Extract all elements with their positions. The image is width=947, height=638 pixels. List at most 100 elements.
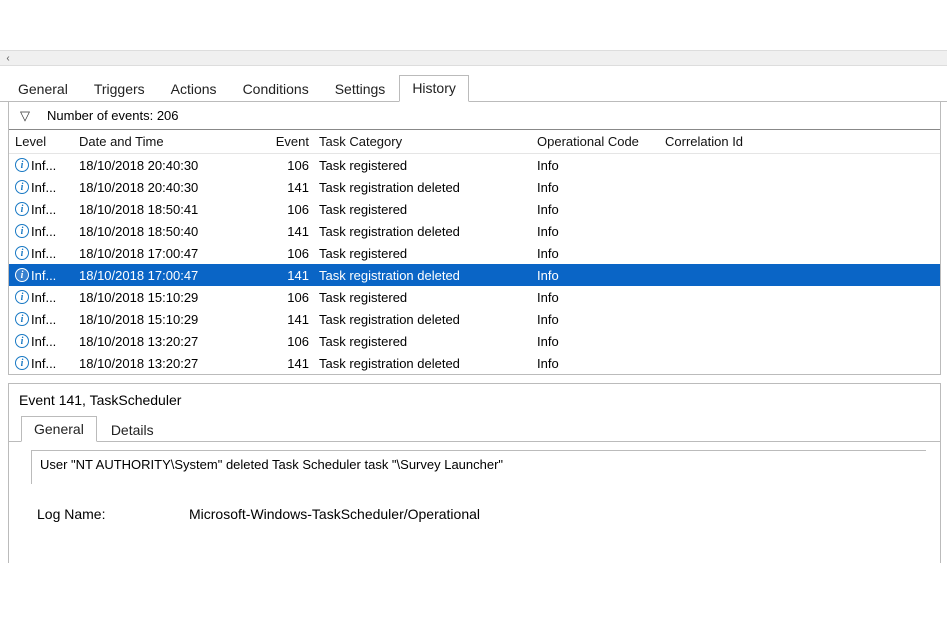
tab-settings[interactable]: Settings	[323, 77, 398, 102]
level-text: Inf...	[31, 224, 56, 239]
col-event[interactable]: Event	[269, 134, 319, 149]
category-cell: Task registration deleted	[319, 356, 537, 371]
level-text: Inf...	[31, 334, 56, 349]
col-date[interactable]: Date and Time	[79, 134, 269, 149]
info-icon: i	[15, 356, 29, 370]
info-icon: i	[15, 180, 29, 194]
log-name-label: Log Name:	[37, 506, 189, 522]
date-cell: 18/10/2018 15:10:29	[79, 312, 269, 327]
info-icon: i	[15, 334, 29, 348]
level-text: Inf...	[31, 202, 56, 217]
scroll-left-button[interactable]: ‹	[0, 51, 16, 65]
info-icon: i	[15, 158, 29, 172]
info-icon: i	[15, 246, 29, 260]
info-icon: i	[15, 224, 29, 238]
event-id-cell: 141	[269, 356, 319, 371]
history-panel: ▽ Number of events: 206 Level Date and T…	[8, 102, 941, 375]
level-text: Inf...	[31, 158, 56, 173]
filter-icon[interactable]: ▽	[15, 108, 35, 124]
event-message: User "NT AUTHORITY\System" deleted Task …	[40, 457, 503, 472]
event-detail-title: Event 141, TaskScheduler	[9, 384, 940, 414]
event-count-bar: ▽ Number of events: 206	[9, 102, 940, 130]
task-tabs: General Triggers Actions Conditions Sett…	[0, 76, 947, 102]
event-row[interactable]: iInf... 18/10/2018 17:00:47141Task regist…	[9, 264, 940, 286]
event-id-cell: 106	[269, 290, 319, 305]
event-row[interactable]: iInf... 18/10/2018 15:10:29106Task regist…	[9, 286, 940, 308]
event-id-cell: 106	[269, 202, 319, 217]
event-count-label: Number of events: 206	[47, 108, 179, 123]
tab-general[interactable]: General	[6, 77, 80, 102]
level-text: Inf...	[31, 246, 56, 261]
date-cell: 18/10/2018 20:40:30	[79, 158, 269, 173]
col-level[interactable]: Level	[15, 134, 79, 149]
window-toolbar-area	[0, 0, 947, 50]
tab-triggers[interactable]: Triggers	[82, 77, 157, 102]
col-category[interactable]: Task Category	[319, 134, 537, 149]
date-cell: 18/10/2018 13:20:27	[79, 356, 269, 371]
date-cell: 18/10/2018 18:50:40	[79, 224, 269, 239]
level-text: Inf...	[31, 180, 56, 195]
event-row[interactable]: iInf... 18/10/2018 13:20:27141Task regist…	[9, 352, 940, 374]
date-cell: 18/10/2018 17:00:47	[79, 268, 269, 283]
category-cell: Task registration deleted	[319, 268, 537, 283]
event-detail-panel: Event 141, TaskScheduler General Details…	[8, 383, 941, 563]
event-id-cell: 106	[269, 158, 319, 173]
event-row[interactable]: iInf... 18/10/2018 13:20:27106Task regist…	[9, 330, 940, 352]
chevron-left-icon: ‹	[6, 53, 9, 64]
event-id-cell: 141	[269, 180, 319, 195]
detail-tab-general[interactable]: General	[21, 416, 97, 442]
tab-history[interactable]: History	[399, 75, 469, 102]
opcode-cell: Info	[537, 158, 665, 173]
tab-conditions[interactable]: Conditions	[231, 77, 321, 102]
col-correlation[interactable]: Correlation Id	[665, 134, 815, 149]
category-cell: Task registered	[319, 290, 537, 305]
level-text: Inf...	[31, 268, 56, 283]
log-name-value: Microsoft-Windows-TaskScheduler/Operatio…	[189, 506, 480, 522]
opcode-cell: Info	[537, 180, 665, 195]
category-cell: Task registered	[319, 246, 537, 261]
category-cell: Task registered	[319, 202, 537, 217]
level-text: Inf...	[31, 356, 56, 371]
opcode-cell: Info	[537, 224, 665, 239]
level-text: Inf...	[31, 290, 56, 305]
event-id-cell: 141	[269, 224, 319, 239]
opcode-cell: Info	[537, 334, 665, 349]
event-message-box: User "NT AUTHORITY\System" deleted Task …	[31, 450, 926, 484]
date-cell: 18/10/2018 17:00:47	[79, 246, 269, 261]
info-icon: i	[15, 202, 29, 216]
category-cell: Task registered	[319, 158, 537, 173]
opcode-cell: Info	[537, 246, 665, 261]
horizontal-scrollbar[interactable]: ‹	[0, 50, 947, 66]
category-cell: Task registration deleted	[319, 180, 537, 195]
log-name-row: Log Name: Microsoft-Windows-TaskSchedule…	[37, 506, 940, 522]
event-id-cell: 106	[269, 334, 319, 349]
date-cell: 18/10/2018 13:20:27	[79, 334, 269, 349]
opcode-cell: Info	[537, 356, 665, 371]
category-cell: Task registration deleted	[319, 312, 537, 327]
event-row[interactable]: iInf... 18/10/2018 18:50:41106Task regist…	[9, 198, 940, 220]
opcode-cell: Info	[537, 290, 665, 305]
date-cell: 18/10/2018 15:10:29	[79, 290, 269, 305]
event-id-cell: 141	[269, 268, 319, 283]
event-id-cell: 106	[269, 246, 319, 261]
event-row[interactable]: iInf... 18/10/2018 17:00:47106Task regist…	[9, 242, 940, 264]
date-cell: 18/10/2018 18:50:41	[79, 202, 269, 217]
detail-tabs: General Details	[9, 414, 940, 442]
opcode-cell: Info	[537, 202, 665, 217]
event-id-cell: 141	[269, 312, 319, 327]
grid-header[interactable]: Level Date and Time Event Task Category …	[9, 130, 940, 154]
category-cell: Task registration deleted	[319, 224, 537, 239]
opcode-cell: Info	[537, 268, 665, 283]
event-grid[interactable]: iInf...18/10/2018 20:40:30106Task regist…	[9, 154, 940, 374]
col-opcode[interactable]: Operational Code	[537, 134, 665, 149]
info-icon: i	[15, 268, 29, 282]
level-text: Inf...	[31, 312, 56, 327]
category-cell: Task registered	[319, 334, 537, 349]
detail-tab-details[interactable]: Details	[99, 418, 166, 442]
tab-actions[interactable]: Actions	[159, 77, 229, 102]
info-icon: i	[15, 290, 29, 304]
event-row[interactable]: iInf...18/10/2018 15:10:29141Task regist…	[9, 308, 940, 330]
event-row[interactable]: iInf... 18/10/2018 20:40:30106Task regist…	[9, 154, 940, 176]
event-row[interactable]: iInf...18/10/2018 20:40:30141Task regist…	[9, 176, 940, 198]
event-row[interactable]: iInf... 18/10/2018 18:50:40141Task regist…	[9, 220, 940, 242]
